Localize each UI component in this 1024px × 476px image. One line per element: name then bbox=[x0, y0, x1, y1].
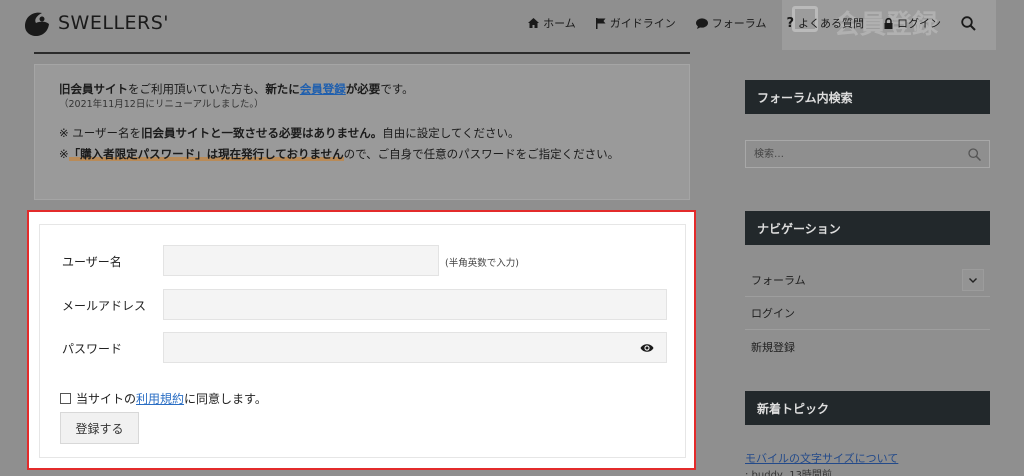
terms-link[interactable]: 利用規約 bbox=[136, 390, 184, 407]
nav-home[interactable]: ホーム bbox=[528, 15, 576, 31]
notice-line-2: ※ ユーザー名を旧会員サイトと一致させる必要はありません。自由に設定してください… bbox=[59, 125, 520, 140]
sidebar-nav-list: フォーラム ログイン 新規登録 bbox=[745, 264, 990, 363]
email-label: メールアドレス bbox=[62, 299, 147, 313]
navigation-heading: ナビゲーション bbox=[745, 211, 990, 245]
site-header: SWELLERS' 会員登録 ホーム ガイドライン フォーラム ? よくある質問… bbox=[0, 0, 1024, 50]
forum-search-heading: フォーラム内検索 bbox=[745, 80, 990, 114]
username-input[interactable] bbox=[163, 245, 439, 276]
sidebar-item-register[interactable]: 新規登録 bbox=[745, 330, 990, 363]
nav-faq[interactable]: ? よくある質問 bbox=[786, 15, 864, 31]
register-button[interactable]: 登録する bbox=[60, 412, 139, 444]
chevron-down-icon[interactable] bbox=[962, 269, 984, 291]
nav-login[interactable]: ログイン bbox=[884, 15, 941, 31]
password-input[interactable] bbox=[163, 332, 667, 363]
forum-search-box bbox=[745, 140, 990, 168]
registration-form-panel: ユーザー名 (半角英数で入力) メールアドレス パスワード 当サイトの 利用規約に… bbox=[39, 224, 686, 458]
notice-box: 旧会員サイトをご利用頂いていた方も、新たに会員登録が必要です。 （2021年11… bbox=[34, 64, 690, 200]
new-topics-heading: 新着トピック bbox=[745, 391, 990, 425]
search-icon bbox=[961, 15, 976, 31]
nav-forum[interactable]: フォーラム bbox=[695, 15, 766, 31]
lock-icon bbox=[884, 17, 893, 29]
nav-guideline[interactable]: ガイドライン bbox=[595, 15, 676, 31]
logo-text: SWELLERS' bbox=[58, 12, 170, 34]
topic-meta: : buddy, 13時間前 bbox=[745, 470, 832, 476]
title-divider bbox=[34, 52, 690, 54]
sidebar-item-login[interactable]: ログイン bbox=[745, 297, 990, 330]
comment-icon bbox=[695, 17, 708, 29]
main-nav: ホーム ガイドライン フォーラム ? よくある質問 ログイン bbox=[528, 0, 1024, 46]
topic-link[interactable]: モバイルの文字サイズについて bbox=[745, 450, 898, 466]
notice-line-1: 旧会員サイトをご利用頂いていた方も、新たに会員登録が必要です。 bbox=[59, 82, 414, 96]
site-logo[interactable]: SWELLERS' bbox=[22, 8, 169, 38]
flag-icon bbox=[595, 17, 606, 29]
signup-link[interactable]: 会員登録 bbox=[300, 82, 346, 96]
eye-icon[interactable] bbox=[640, 343, 654, 353]
header-search-button[interactable] bbox=[961, 15, 980, 31]
terms-checkbox[interactable] bbox=[60, 393, 71, 404]
terms-agreement: 当サイトの 利用規約 に同意します。 bbox=[60, 390, 267, 407]
registration-form: ユーザー名 (半角英数で入力) メールアドレス パスワード 当サイトの 利用規約に… bbox=[27, 210, 696, 470]
sidebar-item-forum[interactable]: フォーラム bbox=[745, 264, 990, 297]
question-icon: ? bbox=[786, 15, 794, 31]
username-hint: (半角英数で入力) bbox=[445, 258, 519, 269]
username-label: ユーザー名 bbox=[62, 255, 122, 269]
email-input[interactable] bbox=[163, 289, 667, 320]
notice-renewal-date: （2021年11月12日にリニューアルしました。） bbox=[59, 99, 264, 111]
search-icon[interactable] bbox=[968, 148, 981, 161]
home-icon bbox=[528, 18, 540, 28]
password-label: パスワード bbox=[62, 342, 123, 356]
notice-line-3: ※「購入者限定パスワード」は現在発行しておりませんので、ご自身で任意のパスワード… bbox=[59, 146, 620, 161]
forum-search-input[interactable] bbox=[746, 141, 989, 167]
logo-icon bbox=[25, 12, 49, 37]
